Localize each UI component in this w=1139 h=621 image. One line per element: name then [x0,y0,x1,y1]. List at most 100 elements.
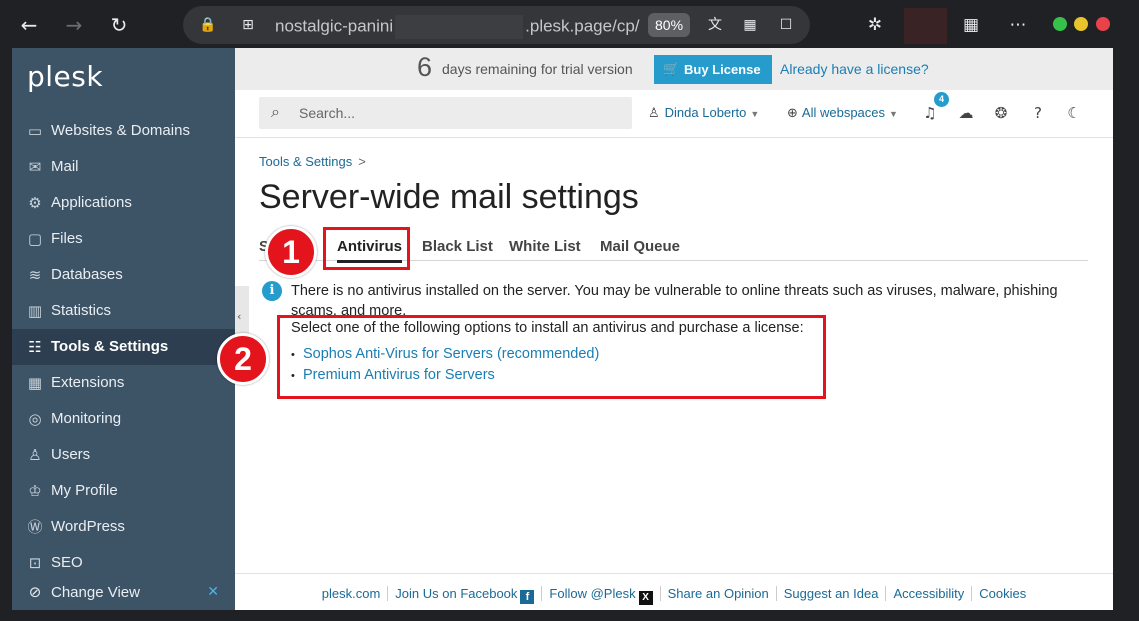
footer-link-suggest[interactable]: Suggest an Idea [775,586,886,601]
sidebar-item-monitoring[interactable]: ◎ Monitoring [12,401,235,437]
redacted-block [395,15,524,39]
buy-license-label: Buy License [684,62,761,77]
collections-icon[interactable]: ▦ [959,13,983,37]
back-icon[interactable]: ← [14,10,44,40]
sidebar-item-label: Monitoring [51,410,122,427]
search-input[interactable] [299,103,619,123]
annotation-badge-1: 1 [265,226,317,278]
help-icon[interactable]: ? [1027,102,1049,124]
change-view-button[interactable]: ⊘ Change View ✕ [12,575,235,610]
globe-icon: ⊕ [787,106,798,121]
sidebar-item-databases[interactable]: ≋ Databases [12,257,235,293]
sidebar: plesk ▭ Websites & Domains ✉ Mail ⚙ Applicati… [12,48,235,610]
mail-icon: ✉ [28,158,42,176]
footer-link-accessibility[interactable]: Accessibility [885,586,972,601]
sidebar-item-extensions[interactable]: ▦ Extensions [12,365,235,401]
sidebar-item-tools-settings[interactable]: ☷ Tools & Settings [12,329,235,365]
trial-days: 6 [417,52,433,82]
bookmark-icon[interactable]: ☐ [776,15,796,35]
sidebar-item-label: Mail [51,158,79,175]
change-view-label: Change View [51,584,140,601]
sidebar-item-label: Files [51,230,83,247]
wordpress-icon: Ⓦ [27,518,43,536]
bar-chart-icon: ▥ [27,302,43,320]
sidebar-item-mail[interactable]: ✉ Mail [12,149,235,185]
browser-chrome: ← → ↻ 🔒 ⊞ nostalgic-panini .plesk.page/cp… [0,0,1139,50]
top-bar: ⌕ ♙Dinda Loberto▼ ⊕All webspaces▼ ♫ 4 ☁ … [235,90,1113,138]
gear-icon: ⚙ [28,194,42,212]
profile-avatar[interactable] [904,8,947,44]
x-icon: X [638,591,653,605]
menu-icon[interactable]: ⋯ [1006,13,1030,37]
facebook-icon: f [520,590,535,604]
footer-link-cookies[interactable]: Cookies [971,586,1034,601]
sidebar-item-files[interactable]: ▢ Files [12,221,235,257]
trial-text: days remaining for trial version [442,61,633,77]
reload-icon[interactable]: ↻ [104,10,134,40]
zoom-indicator[interactable]: 80% [648,13,691,37]
sidebar-item-label: Websites & Domains [51,122,190,139]
site-info-icon[interactable]: ⊞ [238,15,258,35]
address-bar[interactable]: 🔒 ⊞ nostalgic-panini .plesk.page/cp/ 80% … [183,6,810,44]
breadcrumb: Tools & Settings > [259,154,366,169]
user-icon: ♙ [28,446,42,464]
footer-links: plesk.com Join Us on Facebook f Follow @Ple… [235,586,1113,605]
plesk-logo[interactable]: plesk [27,60,103,93]
support-icon[interactable]: ❂ [990,102,1012,124]
apps-icon[interactable]: ▦ [740,15,760,35]
url-text[interactable]: nostalgic-panini .plesk.page/cp/ [275,15,640,39]
sidebar-item-wordpress[interactable]: Ⓦ WordPress [12,509,235,545]
breadcrumb-separator: > [358,154,366,169]
person-icon: ♙ [648,106,660,121]
tab-black-list[interactable]: Black List [422,238,493,255]
cart-icon: 🛒 [663,62,680,77]
close-icon[interactable]: ✕ [207,575,219,610]
cloud-icon[interactable]: ☁ [955,102,977,124]
notifications-badge: 4 [934,92,949,107]
chevron-left-icon: ‹ [237,310,242,323]
tab-white-list[interactable]: White List [509,238,581,255]
sidebar-item-label: Applications [51,194,132,211]
sidebar-item-statistics[interactable]: ▥ Statistics [12,293,235,329]
maximize-button[interactable] [1074,17,1088,31]
buy-license-button[interactable]: 🛒 Buy License [654,55,772,84]
sidebar-item-users[interactable]: ♙ Users [12,437,235,473]
footer-link-plesk[interactable]: plesk.com [315,586,388,601]
sidebar-item-label: Users [51,446,91,463]
dark-mode-icon[interactable]: ☾ [1063,102,1085,124]
close-button[interactable] [1096,17,1110,31]
webspaces-label: All webspaces [801,105,886,120]
page-title: Server-wide mail settings [259,178,639,216]
tab-mail-queue[interactable]: Mail Queue [600,238,680,255]
grid-icon: ▦ [27,374,43,392]
footer: plesk.com Join Us on Facebook f Follow @Ple… [235,573,1113,610]
sidebar-item-my-profile[interactable]: ♔ My Profile [12,473,235,509]
search-box[interactable]: ⌕ [259,97,632,129]
annotation-box-1 [323,227,410,270]
footer-link-facebook[interactable]: Join Us on Facebook f [387,586,542,604]
chevron-down-icon: ▼ [889,109,898,119]
monitor-icon: ▭ [27,122,43,140]
already-have-license-link[interactable]: Already have a license? [780,61,929,77]
user-menu[interactable]: ♙ Dinda Loberto ▼ [648,105,759,121]
footer-link-opinion[interactable]: Share an Opinion [659,586,776,601]
compass-icon: ⊘ [28,583,42,601]
lock-icon[interactable]: 🔒 [198,15,218,35]
sidebar-item-websites-domains[interactable]: ▭ Websites & Domains [12,113,235,149]
chevron-down-icon: ▼ [750,109,760,119]
breadcrumb-tools-settings[interactable]: Tools & Settings [259,154,352,169]
sidebar-item-label: Tools & Settings [51,338,169,355]
user-name: Dinda Loberto [664,105,747,120]
forward-icon[interactable]: → [59,10,89,40]
minimize-button[interactable] [1053,17,1067,31]
webspaces-menu[interactable]: ⊕ All webspaces ▼ [787,105,898,121]
sidebar-item-applications[interactable]: ⚙ Applications [12,185,235,221]
extensions-icon[interactable]: ✲ [863,13,887,37]
database-icon: ≋ [28,266,42,284]
trial-bar: 6 days remaining for trial version 🛒 Buy… [235,48,1113,90]
sidebar-item-label: My Profile [51,482,118,499]
footer-link-follow[interactable]: Follow @Plesk X [541,586,660,605]
sidebar-item-label: Statistics [51,302,112,319]
sliders-icon: ☷ [28,338,42,356]
translate-icon[interactable]: 文 [705,15,725,35]
